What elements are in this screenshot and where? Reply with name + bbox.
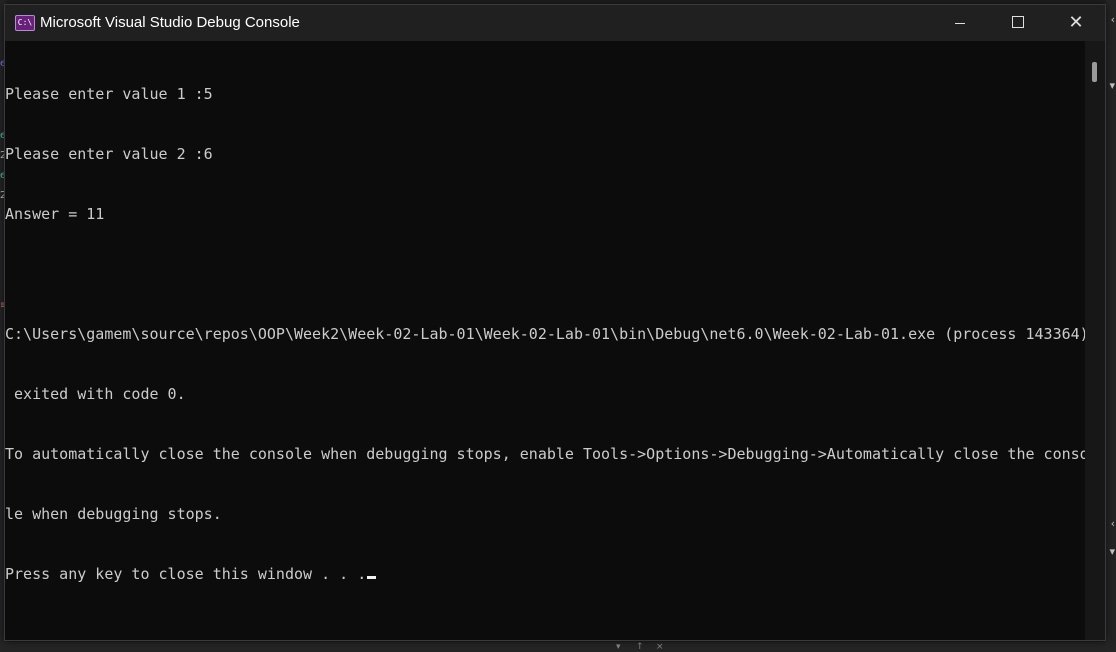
minimize-icon	[955, 23, 965, 24]
console-line: exited with code 0.	[5, 385, 186, 403]
debug-console-window[interactable]: C:\ Microsoft Visual Studio Debug Consol…	[4, 4, 1106, 641]
bg-fragment: ↑	[636, 642, 644, 652]
close-icon: ✕	[1068, 12, 1084, 33]
title-bar[interactable]: C:\ Microsoft Visual Studio Debug Consol…	[5, 5, 1105, 41]
minimize-button[interactable]	[931, 5, 989, 41]
console-app-icon[interactable]: C:\	[15, 15, 35, 31]
bg-fragment: ‹	[1110, 517, 1115, 530]
background-bottom-edge: ▾ ↑ ×	[0, 642, 1116, 652]
maximize-button[interactable]	[989, 5, 1047, 41]
console-line: Answer = 11	[5, 205, 105, 223]
console-text: Please enter value 1 :5 Please enter val…	[5, 41, 1085, 624]
bg-fragment: ▾	[1109, 545, 1115, 558]
console-prompt-line: Press any key to close this window . . .	[5, 564, 1085, 584]
bg-fragment: ‹	[1110, 13, 1115, 26]
bg-fragment: ▾	[1109, 79, 1115, 92]
console-output-area[interactable]: Please enter value 1 :5 Please enter val…	[5, 41, 1085, 640]
window-title: Microsoft Visual Studio Debug Console	[40, 14, 300, 31]
close-button[interactable]: ✕	[1047, 5, 1105, 41]
console-line: C:\Users\gamem\source\repos\OOP\Week2\We…	[5, 325, 1085, 343]
vertical-scrollbar[interactable]	[1085, 41, 1105, 640]
console-line: To automatically close the console when …	[5, 445, 1085, 463]
bg-fragment: ×	[656, 642, 664, 652]
console-line: le when debugging stops.	[5, 505, 222, 523]
scrollbar-thumb[interactable]	[1092, 62, 1097, 82]
text-cursor	[367, 576, 377, 579]
console-prompt-text: Press any key to close this window . . .	[5, 565, 367, 583]
console-line: Please enter value 1 :5	[5, 85, 213, 103]
maximize-icon	[1012, 16, 1024, 28]
console-line: Please enter value 2 :6	[5, 145, 213, 163]
background-right-edge: ‹ ▾ ‹ ▾	[1106, 0, 1116, 652]
bg-fragment: ▾	[616, 642, 621, 652]
